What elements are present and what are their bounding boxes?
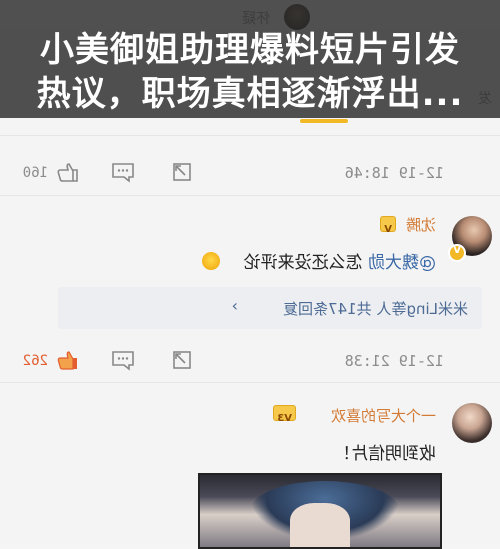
highlight-bar [300,119,348,123]
divider [0,195,500,196]
comment-timestamp: 12-19 21:38 [344,352,444,370]
reply-summary-text: 米米Ling等人 共147条回复 [283,300,468,318]
comment-username[interactable]: 沈腾 [406,214,436,235]
thumbs-up-icon[interactable] [54,160,80,184]
share-icon[interactable] [168,160,194,184]
comment-timestamp: 12-19 18:46 [344,164,444,182]
mention-link[interactable]: @魏大勋 [368,253,436,273]
like-count: 160 [22,165,48,181]
comment-icon[interactable] [110,160,136,184]
comment-action-row: 12-19 21:38 262 [0,346,500,376]
comment-icon[interactable] [110,348,136,372]
comment-photo[interactable] [198,473,442,549]
divider [0,135,500,136]
divider [0,382,500,383]
emoji-icon [202,252,220,270]
headline-banner: 小美御姐助理爆料短片引发 热议，职场真相逐渐浮出... [0,0,500,118]
comment-text: 收到明信片！ [334,444,436,464]
photo-face [290,503,350,547]
vip-icon: V3 [273,405,296,424]
headline-line-1: 小美御姐助理爆料短片引发 [40,30,460,70]
vip-icon: V [380,216,396,235]
thumbs-up-icon[interactable] [54,348,80,372]
comment-username[interactable]: 一个大写的喜欢 [331,405,436,426]
avatar[interactable] [452,403,492,443]
reply-summary-box[interactable]: 米米Ling等人 共147条回复 › [58,287,482,329]
comment-action-row: 12-19 18:46 160 [0,158,500,188]
comment-text: @魏大勋 怎么还没来评论 [244,248,436,273]
headline-line-2: 热议，职场真相逐渐浮出... [36,74,464,114]
share-icon[interactable] [168,348,194,372]
chevron-right-icon: › [231,296,238,315]
like-count: 262 [22,353,48,369]
comment-body: 怎么还没来评论 [243,253,363,273]
verified-icon: V [448,244,466,262]
